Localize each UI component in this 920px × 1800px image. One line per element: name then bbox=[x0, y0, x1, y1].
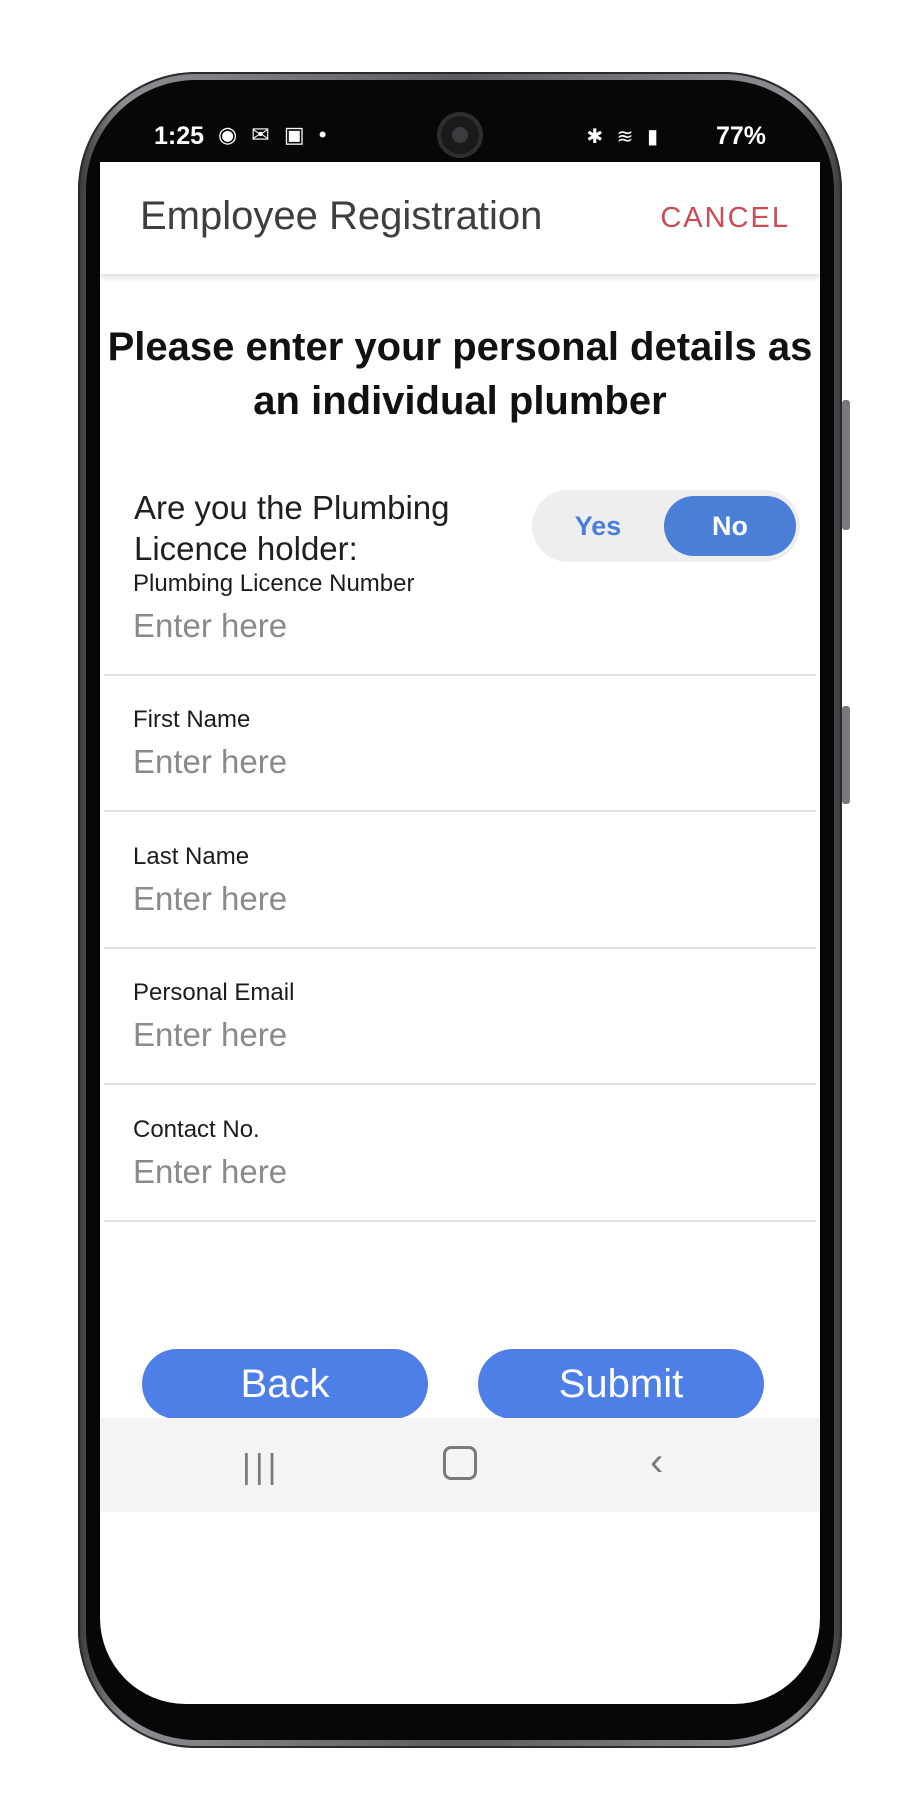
recent-apps-icon[interactable]: ||| bbox=[242, 1448, 281, 1487]
submit-button[interactable]: Submit bbox=[478, 1349, 764, 1419]
notification-icons: ◉ ✉ ▣ • bbox=[218, 122, 331, 147]
first-name-label: First Name bbox=[133, 706, 251, 733]
power-button bbox=[842, 706, 850, 804]
system-nav-bar: ||| ‹ bbox=[100, 1418, 820, 1512]
contact-number-field: Contact No. bbox=[104, 1102, 816, 1222]
personal-email-field: Personal Email bbox=[104, 965, 816, 1085]
first-name-field: First Name bbox=[104, 692, 816, 812]
personal-email-label: Personal Email bbox=[133, 979, 295, 1006]
toggle-no[interactable]: No bbox=[664, 496, 796, 556]
last-name-input[interactable] bbox=[133, 877, 793, 921]
personal-email-input[interactable] bbox=[133, 1013, 793, 1057]
battery-level: 77% bbox=[715, 122, 766, 150]
page-title: Employee Registration bbox=[140, 194, 543, 238]
licence-number-label: Plumbing Licence Number bbox=[133, 570, 415, 597]
front-camera-icon bbox=[441, 116, 479, 154]
last-name-field: Last Name bbox=[104, 829, 816, 949]
contact-number-input[interactable] bbox=[133, 1150, 793, 1194]
back-button[interactable]: Back bbox=[142, 1349, 428, 1419]
last-name-label: Last Name bbox=[133, 843, 250, 870]
licence-holder-toggle: Yes No bbox=[532, 490, 800, 562]
toggle-yes[interactable]: Yes bbox=[532, 496, 664, 556]
app-bar: Employee Registration CANCEL bbox=[100, 162, 820, 274]
first-name-input[interactable] bbox=[133, 740, 793, 784]
licence-number-field: Plumbing Licence Number bbox=[104, 556, 816, 676]
status-time: 1:25 bbox=[154, 122, 205, 150]
form-heading: Please enter your personal details as an… bbox=[107, 325, 813, 423]
home-icon[interactable] bbox=[443, 1446, 477, 1480]
contact-number-label: Contact No. bbox=[133, 1116, 260, 1143]
system-icons: ✱ ≋ ▮ bbox=[586, 126, 662, 148]
back-nav-icon[interactable]: ‹ bbox=[650, 1440, 663, 1485]
licence-number-input[interactable] bbox=[133, 604, 793, 648]
app-screen: Employee Registration CANCEL Please ente… bbox=[100, 162, 820, 1704]
cancel-button[interactable]: CANCEL bbox=[660, 202, 790, 235]
volume-button bbox=[842, 400, 850, 530]
